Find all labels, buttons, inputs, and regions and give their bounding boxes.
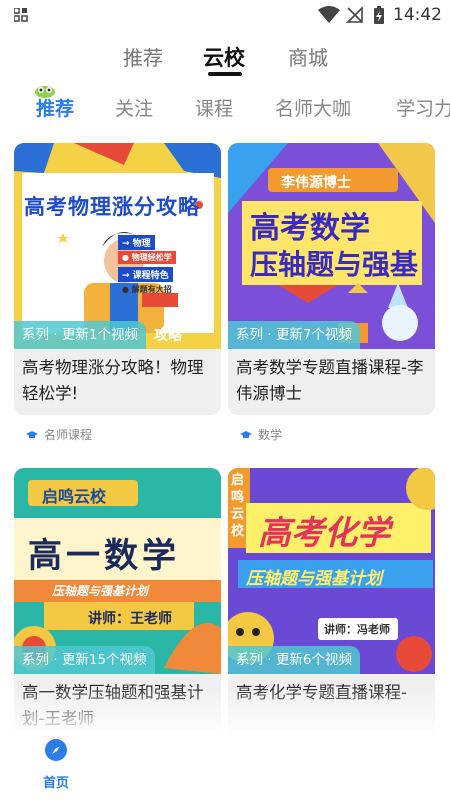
tab-mall[interactable]: 商城 — [288, 42, 328, 71]
nav-home[interactable]: 首页 — [38, 738, 74, 791]
update-badge: 系列 · 更新15个视频 — [14, 646, 155, 674]
app-grid-icon — [14, 8, 28, 22]
cover-banner: 李伟源博士 — [281, 175, 351, 191]
cover-side: 启鸣云校 — [231, 473, 245, 539]
course-cover-image: 启鸣云校 高考化学 压轴题与强基计划 讲师：冯老师 系列 · 更新6个视频 — [228, 468, 435, 674]
compass-icon — [45, 739, 67, 761]
course-tag[interactable]: 名师课程 — [26, 426, 92, 443]
subtab-courses[interactable]: 课程 — [195, 94, 233, 121]
cover-line2: 压轴题与强基计划 — [246, 569, 382, 589]
wifi-icon — [318, 6, 340, 23]
cover-extra: 攻略 — [154, 328, 182, 344]
status-bar: 14:42 — [0, 0, 450, 30]
course-card[interactable]: 李伟源博士 高考数学 压轴题与强基 系列 · 更新7个视频 高考数学专题直播课程… — [228, 143, 435, 415]
nav-home-label: 首页 — [42, 776, 69, 791]
bottom-nav: 首页 — [0, 730, 450, 800]
cover-item: → 物理 — [118, 235, 155, 250]
course-cover-image: 李伟源博士 高考数学 压轴题与强基 系列 · 更新7个视频 — [228, 143, 435, 349]
cover-main: 高一数学 — [28, 536, 180, 576]
battery-charging-icon — [374, 6, 384, 24]
course-tag-label: 数学 — [258, 428, 283, 442]
course-cover-image: 高考物理涨分攻略 → 物理 ● 物理轻松学 → 课程特色 ● 解题有大招 攻略 … — [14, 143, 221, 349]
update-badge: 系列 · 更新6个视频 — [228, 646, 360, 674]
subtab-follow[interactable]: 关注 — [115, 94, 153, 121]
update-badge: 系列 · 更新1个视频 — [14, 321, 146, 349]
cover-item: → 课程特色 — [118, 267, 173, 282]
cover-line1: 高考化学 — [258, 513, 390, 552]
subtab-learning-power[interactable]: 学习力 — [396, 94, 450, 121]
cover-item: ● 物理轻松学 — [118, 251, 176, 264]
tab-recommend[interactable]: 推荐 — [123, 42, 163, 71]
graduation-cap-icon — [26, 430, 38, 438]
clock: 14:42 — [393, 5, 442, 25]
course-title: 高考数学专题直播课程-李伟源博士 — [236, 358, 424, 403]
cover-banner: 启鸣云校 — [42, 487, 107, 506]
cover-teacher: 讲师：冯老师 — [324, 623, 390, 636]
cover-sub: 压轴题与强基计划 — [52, 584, 149, 598]
cover-teacher: 讲师：王老师 — [88, 611, 172, 627]
top-tab-bar: 推荐 云校 商城 — [0, 42, 450, 76]
course-tag[interactable]: 数学 — [240, 426, 282, 443]
subtab-famous-teachers[interactable]: 名师大咖 — [275, 94, 351, 121]
cover-title: 高考物理涨分攻略 — [24, 195, 200, 219]
scroll-fade — [0, 685, 450, 735]
cover-item: ● 解题有大招 — [122, 285, 172, 294]
subtab-recommend[interactable]: 推荐 — [36, 94, 74, 121]
active-tab-indicator — [208, 72, 242, 76]
update-badge: 系列 · 更新7个视频 — [228, 321, 360, 349]
sub-tab-bar: 推荐 关注 课程 名师大咖 学习力 — [0, 82, 450, 126]
graduation-cap-icon — [240, 430, 252, 438]
tab-cloud-school[interactable]: 云校 — [203, 42, 245, 72]
course-card[interactable]: 高考物理涨分攻略 → 物理 ● 物理轻松学 → 课程特色 ● 解题有大招 攻略 … — [14, 143, 221, 415]
no-signal-icon — [346, 6, 363, 23]
course-title: 高考物理涨分攻略！物理轻松学! — [22, 358, 204, 403]
cover-line1: 高考数学 — [250, 211, 370, 246]
course-cover-image: 启鸣云校 高一数学 压轴题与强基计划 讲师：王老师 系列 · 更新15个视频 — [14, 468, 221, 674]
course-tag-label: 名师课程 — [44, 428, 93, 442]
cover-line2: 压轴题与强基 — [250, 248, 419, 281]
